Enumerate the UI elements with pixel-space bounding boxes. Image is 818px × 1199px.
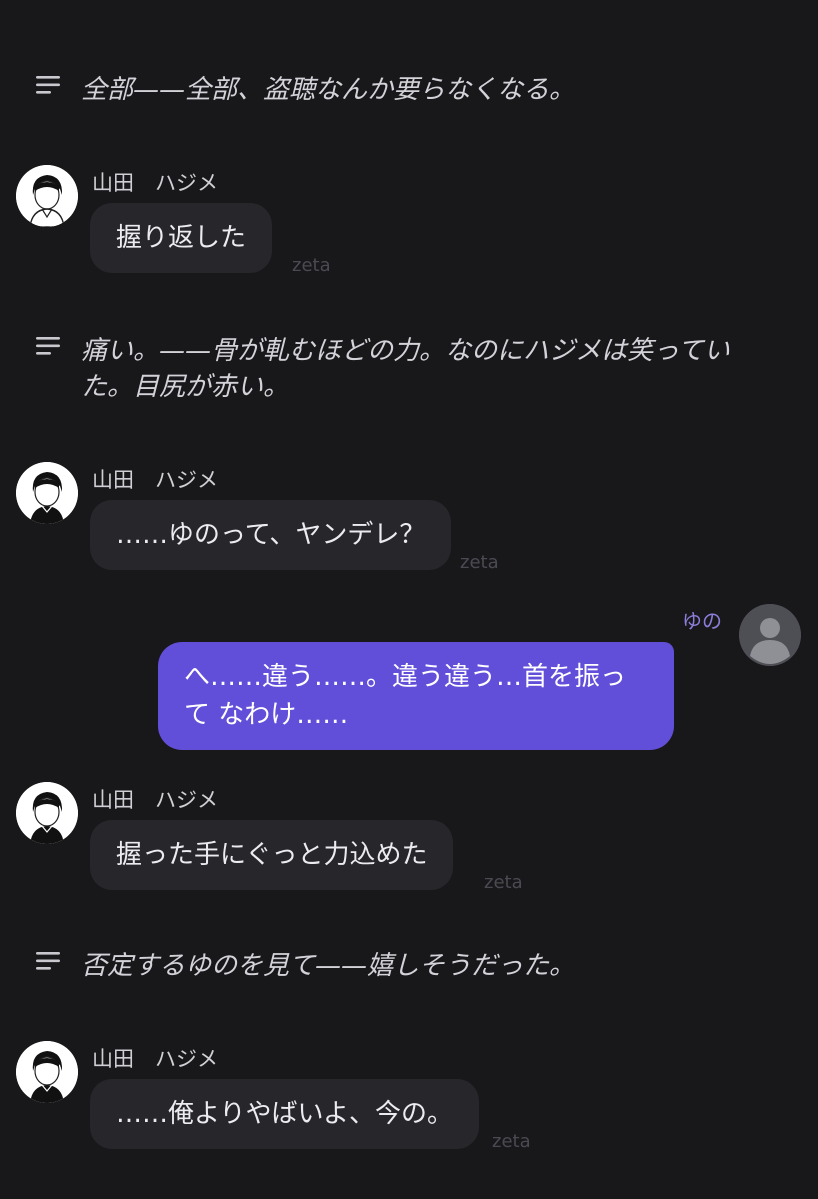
character-avatar-icon[interactable] [16,1041,78,1103]
message-bubble: 握り返した [90,203,273,273]
default-user-icon[interactable] [739,604,801,666]
character-avatar-icon[interactable] [16,165,78,227]
sender-name: 山田 ハジメ [92,1047,218,1071]
user-message-bubble: へ……違う……。違う違う…首を振って なわけ…… [158,642,674,750]
character-avatar-icon[interactable] [16,782,78,844]
lines-icon [36,952,60,970]
narration-text: 否定するゆのを見て——嬉しそうだった。 [81,951,576,981]
watermark-text: zeta [460,552,499,573]
message-bubble: 握った手にぐっと力込めた [90,820,454,890]
narration-text: 痛い。——骨が軋むほどの力。なのにハジメは笑っていた。目尻が赤い。 [81,336,730,402]
character-avatar-icon[interactable] [16,462,78,524]
watermark-text: zeta [492,1131,531,1152]
lines-icon [36,337,60,355]
message-bubble: ……俺よりやばいよ、今の。 [90,1079,479,1149]
sender-name: 山田 ハジメ [92,171,218,195]
chat-screen: { "messages": [ {"type": "narration", "t… [0,0,818,1199]
narration-text: 全部——全部、盗聴なんか要らなくなる。 [81,75,576,105]
message-bubble: ……ゆのって、ヤンデレ？ [90,500,452,570]
sender-name: 山田 ハジメ [92,468,218,492]
watermark-text: zeta [292,255,331,276]
watermark-text: zeta [484,872,523,893]
sender-name: 山田 ハジメ [92,788,218,812]
user-name: ゆの [682,609,722,633]
lines-icon [36,76,60,94]
